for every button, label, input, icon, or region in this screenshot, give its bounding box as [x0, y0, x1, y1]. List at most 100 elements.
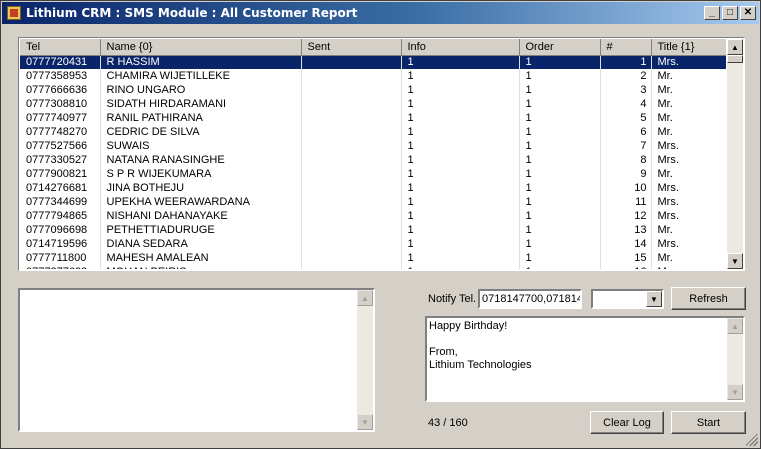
cell-info: 1 [401, 223, 520, 237]
cell-tel: 0777344699 [20, 195, 101, 209]
arrow-up-icon: ▲ [361, 293, 369, 303]
cell-title: Mrs. [651, 181, 726, 195]
message-scroll-up-button[interactable]: ▲ [727, 318, 743, 334]
log-scrollbar[interactable]: ▲ ▼ [357, 290, 373, 430]
column-header-name[interactable]: Name {0} [100, 39, 302, 56]
grid-body: 0777720431 R HASSIM 1 1 1 Mrs. 0777358953 CHAMI… [20, 55, 726, 269]
cell-info: 1 [401, 139, 520, 153]
arrow-down-icon: ▼ [361, 417, 369, 427]
table-row[interactable]: 0714719596 DIANA SEDARA 1 1 14 Mrs. [20, 237, 726, 251]
refresh-button[interactable]: Refresh [671, 287, 746, 310]
message-textbox[interactable]: Happy Birthday! From, Lithium Technologi… [425, 316, 745, 402]
table-row[interactable]: 0777720431 R HASSIM 1 1 1 Mrs. [20, 55, 726, 69]
column-header-tel[interactable]: Tel [20, 39, 101, 56]
header-row: Tel Name {0} Sent Info Order # Title {1} [20, 39, 726, 56]
cell-order: 1 [519, 97, 601, 111]
clear-log-button[interactable]: Clear Log [590, 411, 664, 434]
cell-info: 1 [401, 97, 520, 111]
combo-dropdown-button[interactable]: ▼ [646, 291, 662, 307]
cell-name: SUWAIS [100, 139, 302, 153]
cell-info: 1 [401, 125, 520, 139]
scroll-thumb[interactable] [727, 55, 743, 63]
log-scroll-up-button[interactable]: ▲ [357, 290, 373, 306]
title-bar[interactable]: Lithium CRM : SMS Module : All Customer … [2, 2, 759, 24]
cell-sent [301, 69, 402, 83]
cell-order: 1 [519, 167, 601, 181]
scroll-up-button[interactable]: ▲ [727, 39, 743, 55]
cell-title: Mr. [651, 69, 726, 83]
arrow-up-icon: ▲ [731, 42, 739, 52]
main-window: Lithium CRM : SMS Module : All Customer … [0, 0, 761, 449]
cell-name: PETHETTIADURUGE [100, 223, 302, 237]
grid-scrollbar[interactable]: ▲ ▼ [727, 39, 743, 269]
cell-name: RANIL PATHIRANA [100, 111, 302, 125]
table-row[interactable]: 0777900821 S P R WIJEKUMARA 1 1 9 Mr. [20, 167, 726, 181]
cell-order: 1 [519, 195, 601, 209]
cell-tel: 0777900821 [20, 167, 101, 181]
arrow-down-icon: ▼ [731, 387, 739, 397]
column-header-title[interactable]: Title {1} [651, 39, 726, 56]
app-icon[interactable] [7, 6, 21, 20]
cell-title: Mrs. [651, 55, 726, 69]
cell-tel: 0714276681 [20, 181, 101, 195]
cell-number: 11 [600, 195, 652, 209]
table-row[interactable]: 0777330527 NATANA RANASINGHE 1 1 8 Mrs. [20, 153, 726, 167]
notify-tel-label: Notify Tel. [428, 293, 477, 305]
close-button[interactable]: ✕ [740, 6, 756, 20]
chevron-down-icon: ▼ [650, 294, 658, 304]
column-header-info[interactable]: Info [401, 39, 520, 56]
cell-info: 1 [401, 111, 520, 125]
cell-order: 1 [519, 125, 601, 139]
cell-title: Mrs. [651, 139, 726, 153]
cell-order: 1 [519, 209, 601, 223]
customer-grid[interactable]: Tel Name {0} Sent Info Order # Title {1}… [18, 37, 745, 271]
cell-tel: 0777377622 [20, 265, 101, 269]
table-row[interactable]: 0777666636 RINO UNGARO 1 1 3 Mr. [20, 83, 726, 97]
cell-order: 1 [519, 83, 601, 97]
resize-grip-icon[interactable] [746, 434, 758, 446]
table-row[interactable]: 0777527566 SUWAIS 1 1 7 Mrs. [20, 139, 726, 153]
table-row[interactable]: 0714276681 JINA BOTHEJU 1 1 10 Mrs. [20, 181, 726, 195]
message-text: Happy Birthday! From, Lithium Technologi… [429, 320, 532, 371]
cell-sent [301, 125, 402, 139]
notify-combo[interactable]: ▼ [591, 289, 664, 309]
cell-sent [301, 83, 402, 97]
cell-info: 1 [401, 69, 520, 83]
cell-number: 4 [600, 97, 652, 111]
cell-title: Mr. [651, 265, 726, 269]
cell-info: 1 [401, 55, 520, 69]
table-row[interactable]: 0777711800 MAHESH AMALEAN 1 1 15 Mr. [20, 251, 726, 265]
table-row[interactable]: 0777344699 UPEKHA WEERAWARDANA 1 1 11 Mrs. [20, 195, 726, 209]
cell-sent [301, 265, 402, 269]
cell-name: S P R WIJEKUMARA [100, 167, 302, 181]
table-row[interactable]: 0777740977 RANIL PATHIRANA 1 1 5 Mr. [20, 111, 726, 125]
cell-tel: 0777740977 [20, 111, 101, 125]
column-header-number[interactable]: # [600, 39, 652, 56]
message-scroll-down-button[interactable]: ▼ [727, 384, 743, 400]
cell-order: 1 [519, 237, 601, 251]
table-row[interactable]: 0777748270 CEDRIC DE SILVA 1 1 6 Mr. [20, 125, 726, 139]
cell-number: 7 [600, 139, 652, 153]
notify-tel-input[interactable]: 0718147700,071814 [478, 289, 582, 309]
cell-info: 1 [401, 237, 520, 251]
cell-tel: 0777527566 [20, 139, 101, 153]
message-scrollbar[interactable]: ▲ ▼ [727, 318, 743, 400]
cell-name: MAHESH AMALEAN [100, 251, 302, 265]
scroll-down-button[interactable]: ▼ [727, 253, 743, 269]
start-button[interactable]: Start [671, 411, 746, 434]
column-header-sent[interactable]: Sent [301, 39, 402, 56]
table-row[interactable]: 0777377622MOHAN PEIRIS1116Mr. [20, 265, 726, 269]
cell-sent [301, 195, 402, 209]
column-header-order[interactable]: Order [519, 39, 601, 56]
log-scroll-down-button[interactable]: ▼ [357, 414, 373, 430]
table-row[interactable]: 0777096698 PETHETTIADURUGE 1 1 13 Mr. [20, 223, 726, 237]
table-row[interactable]: 0777794865 NISHANI DAHANAYAKE 1 1 12 Mrs. [20, 209, 726, 223]
minimize-button[interactable]: _ [704, 6, 720, 20]
table-row[interactable]: 0777358953 CHAMIRA WIJETILLEKE 1 1 2 Mr. [20, 69, 726, 83]
table-row[interactable]: 0777308810 SIDATH HIRDARAMANI 1 1 4 Mr. [20, 97, 726, 111]
maximize-button[interactable]: □ [722, 6, 738, 20]
cell-number: 5 [600, 111, 652, 125]
log-textbox[interactable]: ▲ ▼ [18, 288, 375, 432]
cell-name: DIANA SEDARA [100, 237, 302, 251]
cell-info: 1 [401, 167, 520, 181]
